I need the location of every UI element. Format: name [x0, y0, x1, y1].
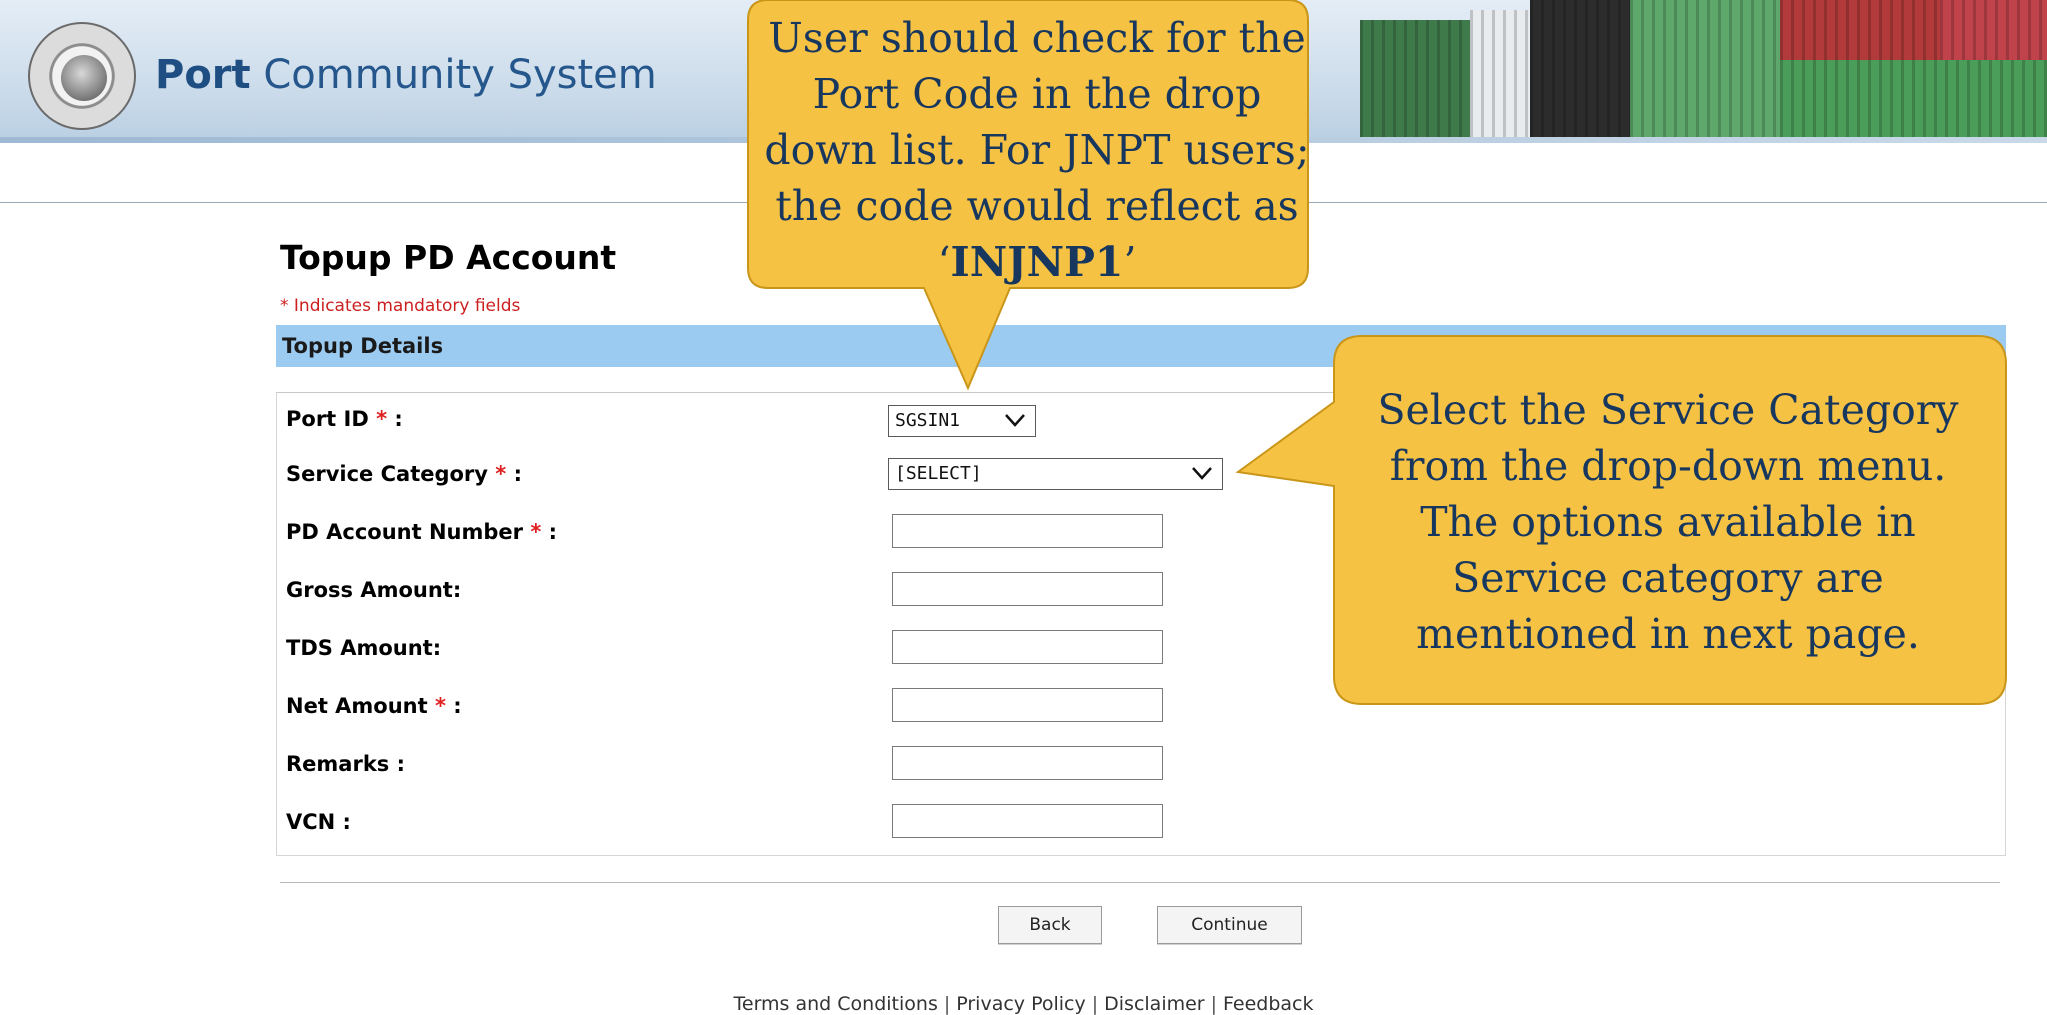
service-category-callout-text: Select the Service Category from the dro… — [1377, 386, 1959, 658]
jnpt-port-code: INJNP1 — [950, 238, 1124, 286]
port-code-callout-text: User should check for the Port Code in t… — [764, 14, 1310, 286]
